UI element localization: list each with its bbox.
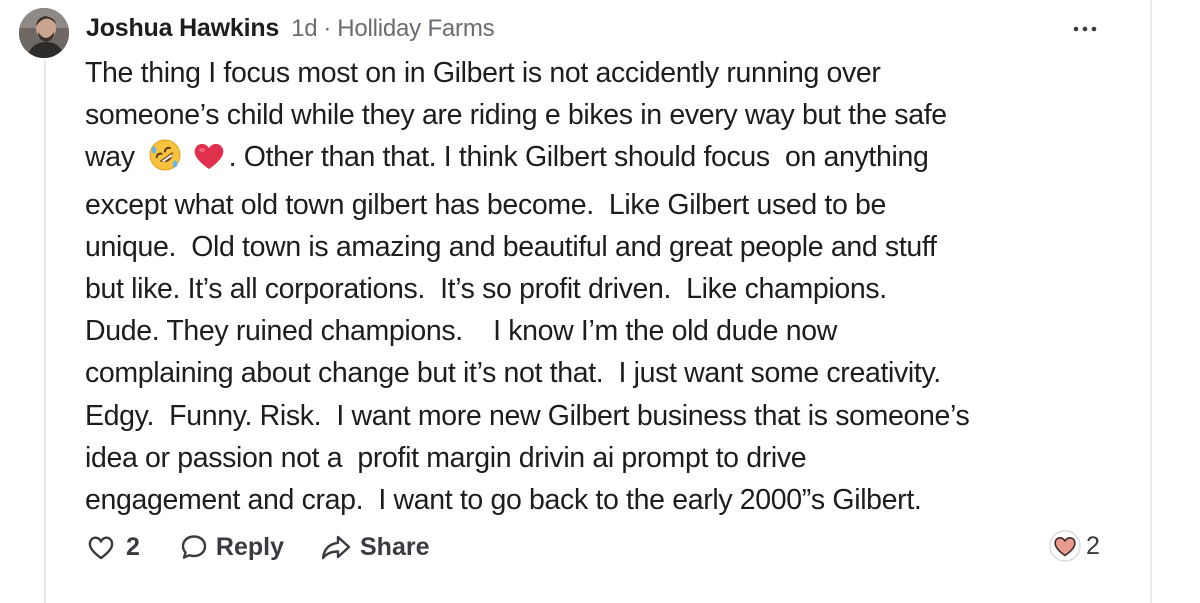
comment-line: Edgy. Funny. Risk. I want more new Gilbe… xyxy=(85,399,970,432)
comment-line: but like. It’s all corporations. It’s so… xyxy=(85,273,887,306)
comment-body: The thing I focus most on in Gilbert is … xyxy=(85,52,1115,521)
red-heart-emoji xyxy=(192,141,226,183)
like-button[interactable]: 2 xyxy=(86,533,140,562)
avatar[interactable] xyxy=(19,8,69,58)
comment-line: complaining about change but it’s not th… xyxy=(85,357,941,390)
author-neighborhood[interactable]: Holliday Farms xyxy=(337,15,494,42)
share-button[interactable]: Share xyxy=(320,533,429,562)
comment-meta: 1d · Holliday Farms xyxy=(291,15,495,43)
thread-line xyxy=(44,60,46,603)
heart-reaction-icon xyxy=(1049,530,1081,562)
comment-text: . Other than that. I think Gilbert shoul… xyxy=(228,141,929,174)
reply-label: Reply xyxy=(215,532,284,561)
comment-text: way xyxy=(85,141,135,174)
rolling-on-floor-laughing-emoji xyxy=(149,139,181,183)
author-name[interactable]: Joshua Hawkins xyxy=(86,14,279,43)
comment-age: 1d xyxy=(291,15,318,42)
comment-line: idea or passion not a profit margin driv… xyxy=(85,441,807,474)
comment-line: unique. Old town is amazing and beautifu… xyxy=(85,230,937,263)
like-count: 2 xyxy=(126,532,140,561)
share-label: Share xyxy=(360,532,430,561)
more-options-icon xyxy=(1073,26,1097,32)
panel-border xyxy=(1150,0,1152,603)
reaction-count: 2 xyxy=(1086,531,1100,560)
more-options-button[interactable] xyxy=(1068,14,1102,44)
reactions-summary[interactable]: 2 xyxy=(1048,528,1100,564)
comment-actions: 2 Reply Share xyxy=(86,527,429,567)
comment-line: except what old town gilbert has become.… xyxy=(85,188,887,221)
meta-separator: · xyxy=(323,15,332,42)
comment-line: engagement and crap. I want to go back t… xyxy=(85,484,922,517)
reply-button[interactable]: Reply xyxy=(180,533,284,562)
comment-line: Dude. They ruined champions. I know I’m … xyxy=(85,315,837,348)
comment-line: way . Other than that. I think Gilbert s… xyxy=(85,136,1115,183)
comment-header: Joshua Hawkins 1d · Holliday Farms xyxy=(86,14,495,46)
comment-line: someone’s child while they are riding e … xyxy=(85,99,947,132)
share-arrow-icon xyxy=(321,535,351,560)
comment-line: The thing I focus most on in Gilbert is … xyxy=(85,57,881,89)
speech-bubble-icon xyxy=(181,535,207,559)
heart-outline-icon xyxy=(88,536,114,560)
